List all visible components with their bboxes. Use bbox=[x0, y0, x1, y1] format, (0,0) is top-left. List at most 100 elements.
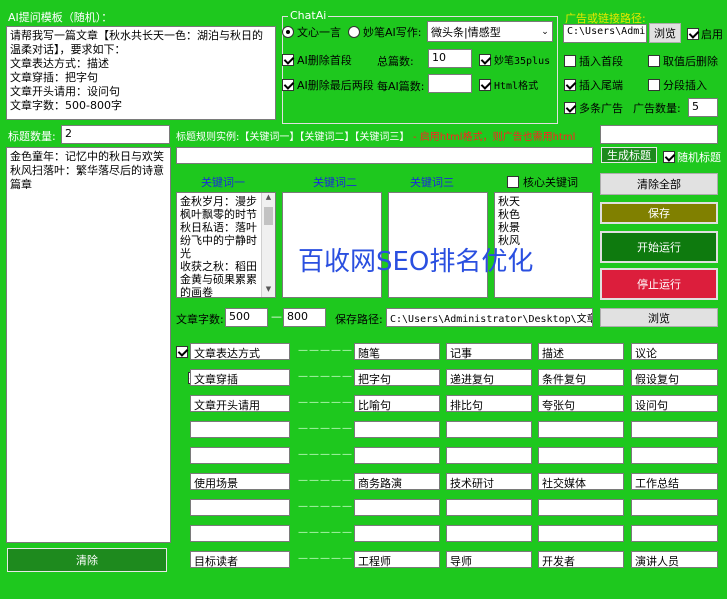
total-label: 总篇数: bbox=[377, 55, 414, 68]
option-checkbox[interactable] bbox=[176, 346, 188, 358]
cb-html[interactable]: Html格式 bbox=[479, 77, 538, 92]
option-value-input[interactable]: 把字句 bbox=[354, 369, 440, 386]
checkbox-icon bbox=[479, 78, 491, 91]
option-value-input[interactable] bbox=[538, 447, 624, 464]
cb-split-insert[interactable]: 分段插入 bbox=[648, 77, 707, 93]
option-value-input[interactable]: 工程师 bbox=[354, 551, 440, 568]
cb-core-keyword[interactable]: 核心关键词 bbox=[507, 174, 578, 190]
option-value-input[interactable]: 假设复句 bbox=[631, 369, 718, 386]
kw1-scrollbar[interactable]: ▲ ▼ bbox=[261, 193, 275, 297]
option-value-input[interactable]: 夸张句 bbox=[538, 395, 624, 412]
option-dash: ————— bbox=[298, 423, 353, 434]
checkbox-icon bbox=[648, 79, 660, 91]
option-value-input[interactable]: 导师 bbox=[446, 551, 532, 568]
option-name-input[interactable]: 文章穿插 bbox=[190, 369, 290, 386]
option-value-input[interactable]: 演讲人员 bbox=[631, 551, 718, 568]
start-button[interactable]: 开始运行 bbox=[600, 231, 718, 263]
total-input[interactable]: 10 bbox=[428, 49, 472, 68]
radio-miaobi[interactable]: 妙笔AI写作: bbox=[348, 24, 421, 40]
option-name-input[interactable] bbox=[190, 525, 290, 542]
option-value-input[interactable] bbox=[446, 525, 532, 542]
option-value-input[interactable] bbox=[631, 421, 718, 438]
option-value-input[interactable]: 记事 bbox=[446, 343, 532, 360]
option-value-input[interactable] bbox=[631, 499, 718, 516]
option-value-input[interactable]: 技术研讨 bbox=[446, 473, 532, 490]
option-value-input[interactable] bbox=[631, 447, 718, 464]
option-value-input[interactable]: 开发者 bbox=[538, 551, 624, 568]
prompt-textarea[interactable]: 请帮我写一篇文章【秋水共长天一色：湖泊与秋日的温柔对话】，要求如下： 文章表达方… bbox=[6, 26, 276, 120]
option-value-input[interactable] bbox=[446, 499, 532, 516]
clear-all-button[interactable]: 清除全部 bbox=[600, 173, 718, 195]
ad-count-input[interactable]: 5 bbox=[688, 98, 718, 117]
option-value-input[interactable]: 排比句 bbox=[446, 395, 532, 412]
radio-wenxin[interactable]: 文心一言 bbox=[282, 24, 341, 40]
option-value-input[interactable] bbox=[446, 447, 532, 464]
option-value-input[interactable] bbox=[354, 499, 440, 516]
option-value-input[interactable] bbox=[538, 499, 624, 516]
option-value-input[interactable] bbox=[354, 525, 440, 542]
cb-random-title[interactable]: 随机标题 bbox=[663, 149, 721, 165]
title-count-input[interactable]: 2 bbox=[61, 125, 170, 144]
option-value-input[interactable]: 社交媒体 bbox=[538, 473, 624, 490]
length-min-input[interactable]: 500 bbox=[225, 308, 268, 327]
title-count-label: 标题数量: bbox=[8, 130, 56, 143]
per-ai-input[interactable] bbox=[428, 74, 472, 93]
chevron-down-icon: ⌄ bbox=[541, 26, 549, 37]
option-name-input[interactable] bbox=[190, 447, 290, 464]
option-name-input[interactable] bbox=[190, 421, 290, 438]
titles-textarea[interactable]: 金色童年：记忆中的秋日与欢笑 秋风扫落叶：繁华落尽后的诗意篇章 bbox=[6, 147, 171, 543]
cb-insert-first[interactable]: 插入首段 bbox=[564, 53, 623, 69]
title-rule-input[interactable] bbox=[176, 147, 593, 164]
length-separator: — bbox=[271, 310, 282, 323]
save-path-browse-button[interactable]: 浏览 bbox=[600, 308, 718, 327]
cb-ad-enable[interactable]: 启用 bbox=[687, 26, 723, 42]
save-path-input[interactable]: C:\Users\Administrator\Desktop\文章 bbox=[386, 308, 593, 327]
option-name-input[interactable] bbox=[190, 499, 290, 516]
length-label: 文章字数: bbox=[176, 313, 224, 326]
cb-delete-first[interactable]: AI删除首段 bbox=[282, 52, 352, 68]
checkbox-icon bbox=[687, 28, 699, 40]
option-dash: ————— bbox=[298, 475, 353, 486]
style-select[interactable]: 微头条|情感型 ⌄ bbox=[427, 21, 553, 42]
checkbox-icon bbox=[282, 79, 294, 91]
option-value-input[interactable]: 设问句 bbox=[631, 395, 718, 412]
kw1-textarea[interactable]: 金秋岁月：漫步枫叶飘零的时节 秋日私语：落叶纷飞中的宁静时光 收获之秋：稻田金黄… bbox=[176, 192, 276, 298]
option-value-input[interactable]: 条件复句 bbox=[538, 369, 624, 386]
option-name-input[interactable]: 使用场景 bbox=[190, 473, 290, 490]
clear-titles-button[interactable]: 清除 bbox=[7, 548, 167, 572]
cb-insert-last[interactable]: 插入尾端 bbox=[564, 77, 623, 93]
option-name-input[interactable]: 目标读者 bbox=[190, 551, 290, 568]
option-value-input[interactable] bbox=[538, 525, 624, 542]
ad-browse-button[interactable]: 浏览 bbox=[649, 23, 681, 43]
option-value-input[interactable]: 递进复句 bbox=[446, 369, 532, 386]
option-value-input[interactable]: 随笔 bbox=[354, 343, 440, 360]
scroll-thumb[interactable] bbox=[264, 207, 273, 225]
option-value-input[interactable]: 商务路演 bbox=[354, 473, 440, 490]
generate-title-button[interactable]: 生成标题 bbox=[601, 147, 657, 163]
cb-miaobi35[interactable]: 妙笔35plus bbox=[479, 52, 550, 67]
scroll-up-icon[interactable]: ▲ bbox=[262, 193, 275, 205]
option-name-input[interactable]: 文章表达方式 bbox=[190, 343, 290, 360]
option-value-input[interactable] bbox=[354, 447, 440, 464]
save-button[interactable]: 保存 bbox=[600, 202, 718, 224]
stop-button[interactable]: 停止运行 bbox=[600, 268, 718, 300]
rule-side-input[interactable] bbox=[600, 125, 718, 144]
option-value-input[interactable] bbox=[631, 525, 718, 542]
option-value-input[interactable]: 工作总结 bbox=[631, 473, 718, 490]
radio-icon bbox=[348, 26, 360, 38]
option-value-input[interactable] bbox=[538, 421, 624, 438]
scroll-down-icon[interactable]: ▼ bbox=[262, 285, 275, 297]
cb-delete-last[interactable]: AI删除最后两段 bbox=[282, 77, 374, 93]
option-value-input[interactable] bbox=[446, 421, 532, 438]
watermark-text: 百收网SEO排名优化 bbox=[298, 247, 534, 277]
option-value-input[interactable]: 议论 bbox=[631, 343, 718, 360]
length-max-input[interactable]: 800 bbox=[283, 308, 326, 327]
option-name-input[interactable]: 文章开头请用 bbox=[190, 395, 290, 412]
chatai-group-label: ChatAi bbox=[288, 9, 329, 22]
option-value-input[interactable]: 比喻句 bbox=[354, 395, 440, 412]
cb-multi-ad[interactable]: 多条广告 bbox=[564, 100, 623, 116]
cb-cancel-delete[interactable]: 取值后删除 bbox=[648, 53, 718, 69]
option-value-input[interactable]: 描述 bbox=[538, 343, 624, 360]
ad-path-input[interactable]: C:\Users\Admini bbox=[563, 24, 647, 43]
option-value-input[interactable] bbox=[354, 421, 440, 438]
